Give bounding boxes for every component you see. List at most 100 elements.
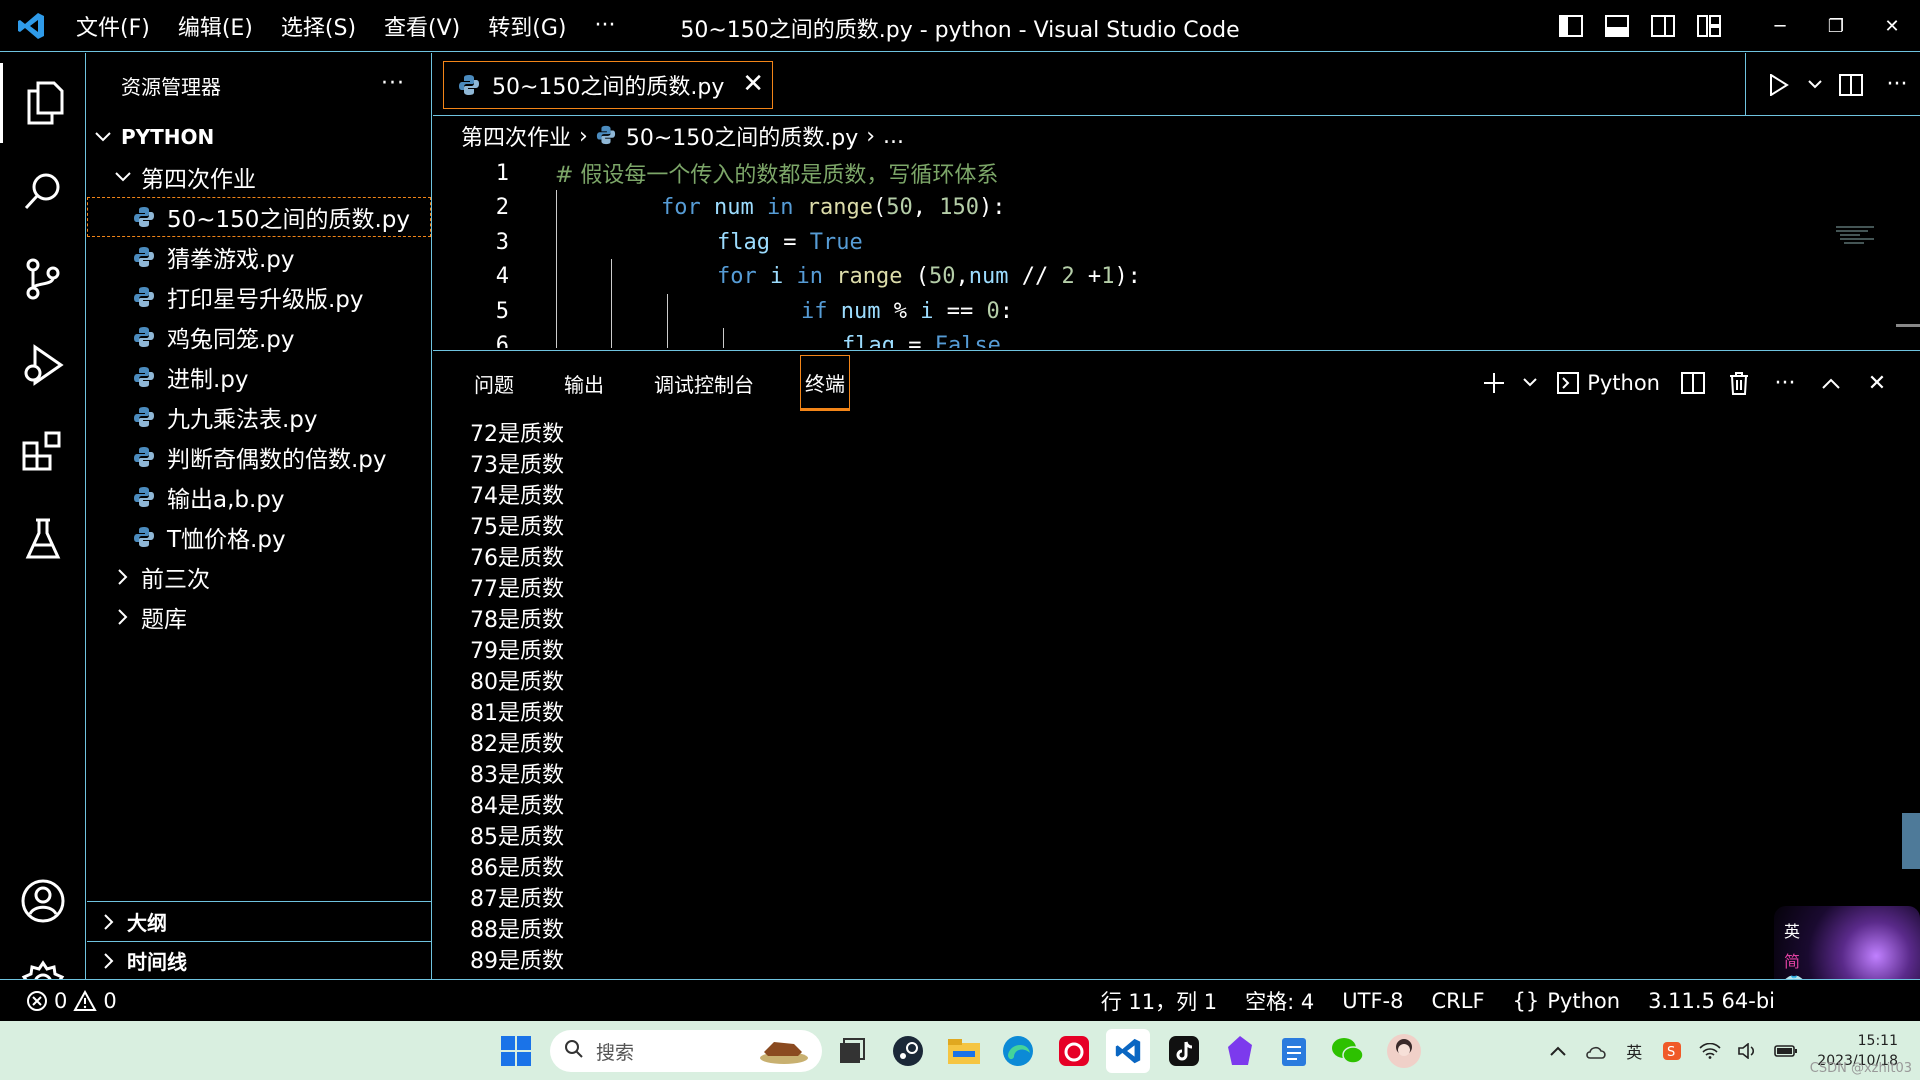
tab-terminal[interactable]: 终端 [800,355,850,411]
maximize-panel-icon[interactable] [1808,360,1854,406]
explorer-icon[interactable] [0,63,86,143]
tiktok-icon[interactable] [1162,1029,1206,1073]
customize-layout-icon[interactable] [1686,0,1732,52]
notepad-icon[interactable] [1272,1029,1316,1073]
sidebar-more-button[interactable]: ··· [381,71,405,96]
task-view-icon[interactable] [830,1029,874,1073]
file-explorer-icon[interactable] [942,1029,986,1073]
editor-scrollbar[interactable] [1896,324,1920,327]
folder-open[interactable]: 第四次作业 [87,157,431,197]
breadcrumb-symbol[interactable]: ... [883,124,904,149]
taskbar-search[interactable]: 搜索 [550,1030,822,1072]
account-icon[interactable] [0,861,86,941]
wechat-icon[interactable] [1326,1029,1370,1073]
tab-debug-console[interactable]: 调试控制台 [650,355,758,411]
close-panel-icon[interactable]: ✕ [1854,360,1900,406]
timeline-section[interactable]: 时间线 [87,941,431,979]
vscode-taskbar-icon[interactable] [1106,1029,1150,1073]
wifi-icon[interactable] [1691,1042,1729,1059]
battery-icon[interactable] [1767,1044,1805,1058]
windows-start-icon[interactable] [494,1029,538,1073]
folder-closed[interactable]: 题库 [87,597,431,637]
minimap[interactable] [1834,224,1894,248]
workspace-root-label: PYTHON [121,125,215,149]
terminal-dropdown-icon[interactable] [1517,360,1543,406]
tray-cloud-icon[interactable] [1577,1043,1615,1059]
errors-status[interactable]: 0 [26,989,67,1013]
language-mode[interactable]: {} Python [1513,989,1621,1013]
split-editor-icon[interactable] [1828,60,1874,110]
tab-active-file[interactable]: 50~150之间的质数.py ✕ [443,61,773,109]
minimize-button[interactable]: ─ [1752,0,1808,52]
tray-sogou-icon[interactable]: S [1653,1041,1691,1061]
indentation[interactable]: 空格: 4 [1245,986,1314,1016]
search-placeholder: 搜索 [596,1041,635,1064]
new-terminal-icon[interactable] [1471,360,1517,406]
outline-section[interactable]: 大纲 [87,901,431,941]
file-item[interactable]: 输出a,b.py [87,477,431,517]
close-window-button[interactable]: ✕ [1864,0,1920,52]
netease-music-icon[interactable] [1052,1029,1096,1073]
workspace-root[interactable]: PYTHON [87,117,431,157]
obsidian-icon[interactable] [1218,1029,1262,1073]
volume-icon[interactable] [1729,1042,1767,1059]
toggle-sidebar-icon[interactable] [1548,0,1594,52]
menu-file[interactable]: 文件(F) [62,0,164,52]
file-item[interactable]: 50~150之间的质数.py [87,197,431,237]
end-of-line[interactable]: CRLF [1431,989,1484,1013]
line-number: 2 [495,195,509,221]
run-file-icon[interactable] [1756,60,1802,110]
search-icon[interactable] [0,151,86,231]
file-item[interactable]: 鸡兔同笼.py [87,317,431,357]
tab-output[interactable]: 输出 [560,355,608,411]
cursor-position[interactable]: 行 11，列 1 [1101,986,1217,1016]
close-tab-icon[interactable]: ✕ [742,70,764,98]
menu-more[interactable]: ··· [580,0,629,52]
menu-view[interactable]: 查看(V) [370,0,474,52]
file-label: 50~150之间的质数.py [167,207,410,233]
language-label: Python [1547,989,1621,1013]
search-highlight-icon [754,1034,810,1073]
run-debug-icon[interactable] [0,325,86,405]
testing-flask-icon[interactable] [0,499,86,579]
source-control-icon[interactable] [0,239,86,319]
panel-more-icon[interactable]: ··· [1762,360,1808,406]
terminal-scrollbar[interactable] [1902,813,1920,869]
breadcrumb-file[interactable]: 50~150之间的质数.py [626,120,858,152]
panel-actions: Python ··· ✕ [1471,351,1920,415]
menu-go[interactable]: 转到(G) [474,0,580,52]
user-app-avatar-icon[interactable] [1382,1029,1426,1073]
file-item[interactable]: 进制.py [87,357,431,397]
tray-ime-label[interactable]: 英 [1615,1039,1653,1063]
terminal-line: 78是质数 [470,608,564,633]
breadcrumb-folder[interactable]: 第四次作业 [461,120,571,152]
encoding[interactable]: UTF-8 [1342,989,1403,1013]
warnings-status[interactable]: 0 [73,989,117,1013]
terminal-output[interactable]: 72是质数 73是质数 74是质数 75是质数 76是质数 77是质数 78是质数 79是质数… [470,419,564,977]
code-token: , [912,195,940,221]
tab-problems[interactable]: 问题 [470,355,518,411]
terminal-profile-label: Python [1587,371,1660,395]
steam-icon[interactable] [886,1029,930,1073]
edge-browser-icon[interactable] [996,1029,1040,1073]
folder-closed[interactable]: 前三次 [87,557,431,597]
file-item[interactable]: 判断奇偶数的倍数.py [87,437,431,477]
terminal-profile[interactable]: Python [1543,371,1660,395]
code-editor[interactable]: 1 # 假设每一个传入的数都是质数，写循环体系 2 for num in ran… [433,156,1920,348]
file-item[interactable]: 九九乘法表.py [87,397,431,437]
kill-terminal-trash-icon[interactable] [1716,360,1762,406]
run-dropdown-icon[interactable] [1802,60,1828,110]
restore-button[interactable]: ❐ [1808,0,1864,52]
tray-expand-icon[interactable] [1539,1046,1577,1056]
menu-selection[interactable]: 选择(S) [267,0,370,52]
editor-more-icon[interactable]: ··· [1874,60,1920,110]
toggle-secondary-sidebar-icon[interactable] [1640,0,1686,52]
file-item[interactable]: 打印星号升级版.py [87,277,431,317]
python-interpreter[interactable]: 3.11.5 64-bi [1648,989,1775,1013]
menu-edit[interactable]: 编辑(E) [164,0,267,52]
toggle-panel-icon[interactable] [1594,0,1640,52]
split-terminal-icon[interactable] [1670,360,1716,406]
file-item[interactable]: T恤价格.py [87,517,431,557]
extensions-icon[interactable] [0,411,86,491]
file-item[interactable]: 猜拳游戏.py [87,237,431,277]
